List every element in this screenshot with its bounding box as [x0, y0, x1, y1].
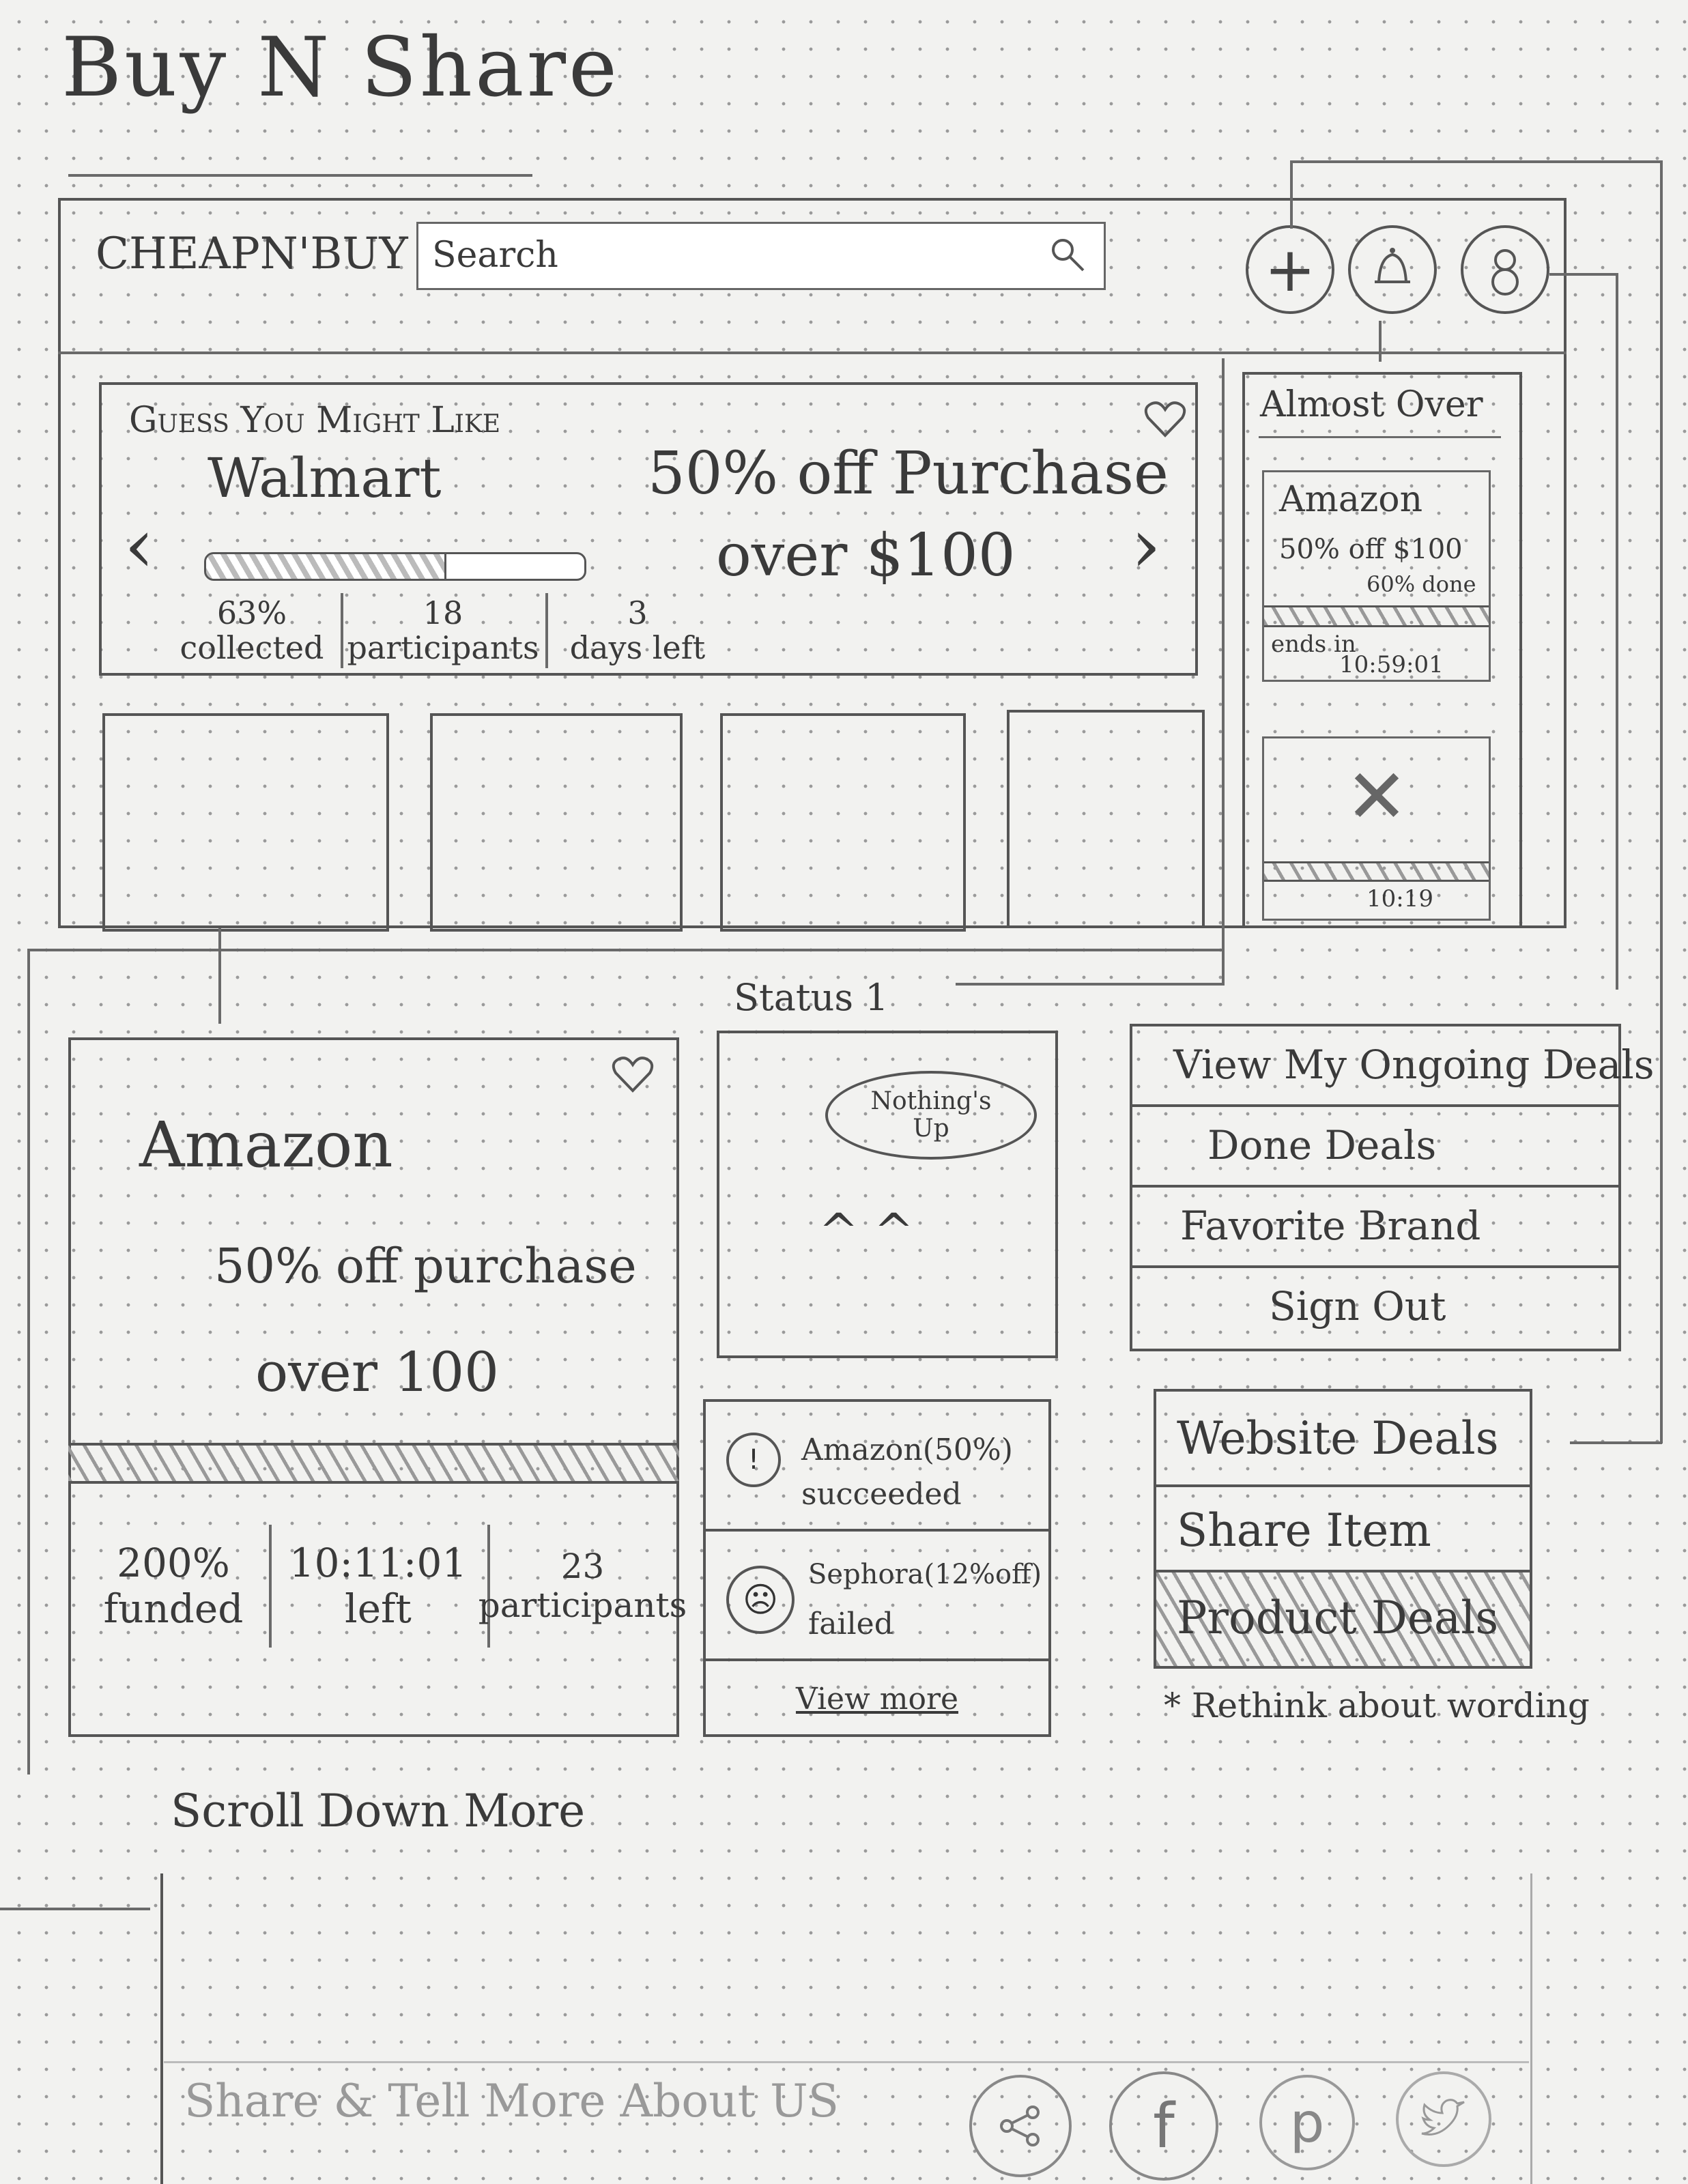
search-icon[interactable] [1046, 233, 1090, 280]
almost-over-title: Almost Over [1260, 384, 1483, 425]
hero-prev-button[interactable]: ‹ [119, 502, 160, 589]
hero-stat-collected: 63% collected [163, 590, 341, 672]
card1-ends-time: 10:59:01 [1339, 651, 1444, 678]
card1-brand: Amazon [1279, 479, 1423, 520]
menu-item-sign-out[interactable]: Sign Out [1132, 1268, 1618, 1349]
notification-1-status: succeeded [801, 1477, 962, 1512]
card2-progress [1264, 861, 1489, 882]
hero-stat2-value: 18 [423, 594, 463, 632]
deal-stat1-value: 200% [117, 1540, 230, 1587]
deal-stat-funded: 200% funded [78, 1518, 269, 1654]
hero-brand: Walmart [208, 446, 442, 510]
deal-stat3-value: 23 [560, 1546, 605, 1586]
notification-2-title: Sephora(12%off) [808, 1559, 1042, 1590]
notification-1-title: Amazon(50%) [801, 1433, 1013, 1467]
view-more-link[interactable]: View more [706, 1671, 1048, 1726]
deal-line1: 50% off purchase [214, 1238, 637, 1294]
twitter-icon[interactable] [1396, 2071, 1491, 2167]
hero-stat-participants: 18 participants [344, 590, 542, 672]
hero-banner[interactable]: Guess You Might Like Walmart ‹ 63% colle… [99, 382, 1198, 676]
thumbnail-2[interactable] [430, 713, 683, 932]
notification-2-status: failed [808, 1607, 893, 1641]
image-placeholder-icon: ✕ [1345, 753, 1409, 840]
search-placeholder: Search [432, 235, 558, 276]
menu-item-ongoing-deals[interactable]: View My Ongoing Deals [1132, 1026, 1655, 1107]
pinterest-icon[interactable]: p [1259, 2075, 1355, 2170]
deal-stat2-value: 10:11:01 [289, 1540, 468, 1587]
logo[interactable]: CHEAPN'BUY [96, 229, 408, 279]
bell-icon[interactable] [1348, 225, 1437, 314]
sad-face-icon: ☹ [726, 1566, 795, 1634]
deal-detail-card[interactable]: Amazon 50% off purchase over 100 200% fu… [68, 1037, 687, 1737]
deal-stat3-label: participants [478, 1585, 687, 1625]
deal-brand: Amazon [139, 1108, 393, 1181]
footer-text: Share & Tell More About US [184, 2075, 839, 2127]
smiley-icon: ^ ^ [818, 1203, 914, 1259]
hero-stat-days: 3 days left [549, 590, 726, 672]
menu-item-website-deals[interactable]: Website Deals [1156, 1392, 1530, 1487]
card1-progress [1264, 605, 1489, 627]
deal-stat2-label: left [345, 1585, 412, 1632]
menu-item-share-item[interactable]: Share Item [1156, 1487, 1530, 1572]
search-bar[interactable]: Search [416, 222, 1106, 290]
status-label: Status 1 [734, 976, 889, 1019]
notification-item-1[interactable]: ! Amazon(50%) succeeded [706, 1402, 1048, 1532]
notification-item-2[interactable]: ☹ Sephora(12%off) failed [706, 1532, 1048, 1661]
facebook-icon[interactable]: f [1109, 2071, 1218, 2181]
avatar[interactable] [1461, 225, 1549, 314]
deal-heart-icon[interactable] [610, 1054, 655, 1097]
notifications-panel: ! Amazon(50%) succeeded ☹ Sephora(12%off… [703, 1399, 1051, 1737]
thumbnail-1[interactable] [102, 713, 389, 932]
deal-stat-participants: 23 participants [478, 1518, 687, 1654]
share-icon[interactable] [969, 2075, 1072, 2177]
header-divider [58, 351, 1567, 354]
almost-over-card-1[interactable]: Amazon 50% off $100 60% done ends in 10:… [1262, 470, 1491, 682]
deal-progress-bar [68, 1443, 679, 1484]
almost-over-card-2[interactable]: ✕ 10:19 [1262, 736, 1491, 921]
hero-stat2-label: participants [347, 629, 539, 666]
hero-deal-line2: over $100 [716, 521, 1016, 590]
menu-item-product-deals[interactable]: Product Deals [1156, 1572, 1530, 1666]
success-icon: ! [726, 1433, 781, 1487]
hero-deal-line1: 50% off Purchase [648, 440, 1169, 508]
deal-line2: over 100 [255, 1340, 500, 1404]
hero-stat3-label: days left [569, 629, 706, 666]
wording-note: * Rethink about wording [1164, 1686, 1590, 1725]
add-icon[interactable]: + [1246, 225, 1334, 314]
deal-stat1-label: funded [103, 1585, 244, 1632]
card1-funded: 60% done [1367, 571, 1476, 597]
sketch-title: Buy N Share [61, 20, 620, 115]
speech-bubble: Nothing's Up [825, 1071, 1037, 1160]
scroll-note: Scroll Down More [171, 1785, 586, 1837]
card1-offer: 50% off $100 [1279, 534, 1463, 565]
add-menu: Website Deals Share Item Product Deals [1154, 1389, 1532, 1669]
title-underline [68, 174, 532, 177]
hero-stat1-label: collected [180, 629, 324, 666]
account-menu: View My Ongoing Deals Done Deals Favorit… [1130, 1024, 1655, 1351]
thumbnail-3[interactable] [720, 713, 966, 932]
deal-stat-time: 10:11:01 left [272, 1518, 484, 1654]
hero-stat3-value: 3 [627, 594, 648, 632]
hero-next-button[interactable]: › [1126, 502, 1167, 589]
heart-icon[interactable] [1143, 399, 1188, 442]
hero-progress-fill [206, 554, 447, 579]
thumbnail-4[interactable] [1007, 710, 1205, 928]
menu-item-favorite-brand[interactable]: Favorite Brand [1132, 1188, 1618, 1268]
hero-heading: Guess You Might Like [129, 400, 501, 441]
hero-progress-bar [204, 552, 586, 581]
card2-time: 10:19 [1367, 885, 1433, 913]
hero-stat1-value: 63% [216, 594, 287, 632]
status-panel: Nothing's Up ^ ^ [717, 1031, 1058, 1358]
almost-over-panel: Almost Over Amazon 50% off $100 60% done… [1242, 372, 1522, 928]
menu-item-done-deals[interactable]: Done Deals [1132, 1107, 1618, 1188]
